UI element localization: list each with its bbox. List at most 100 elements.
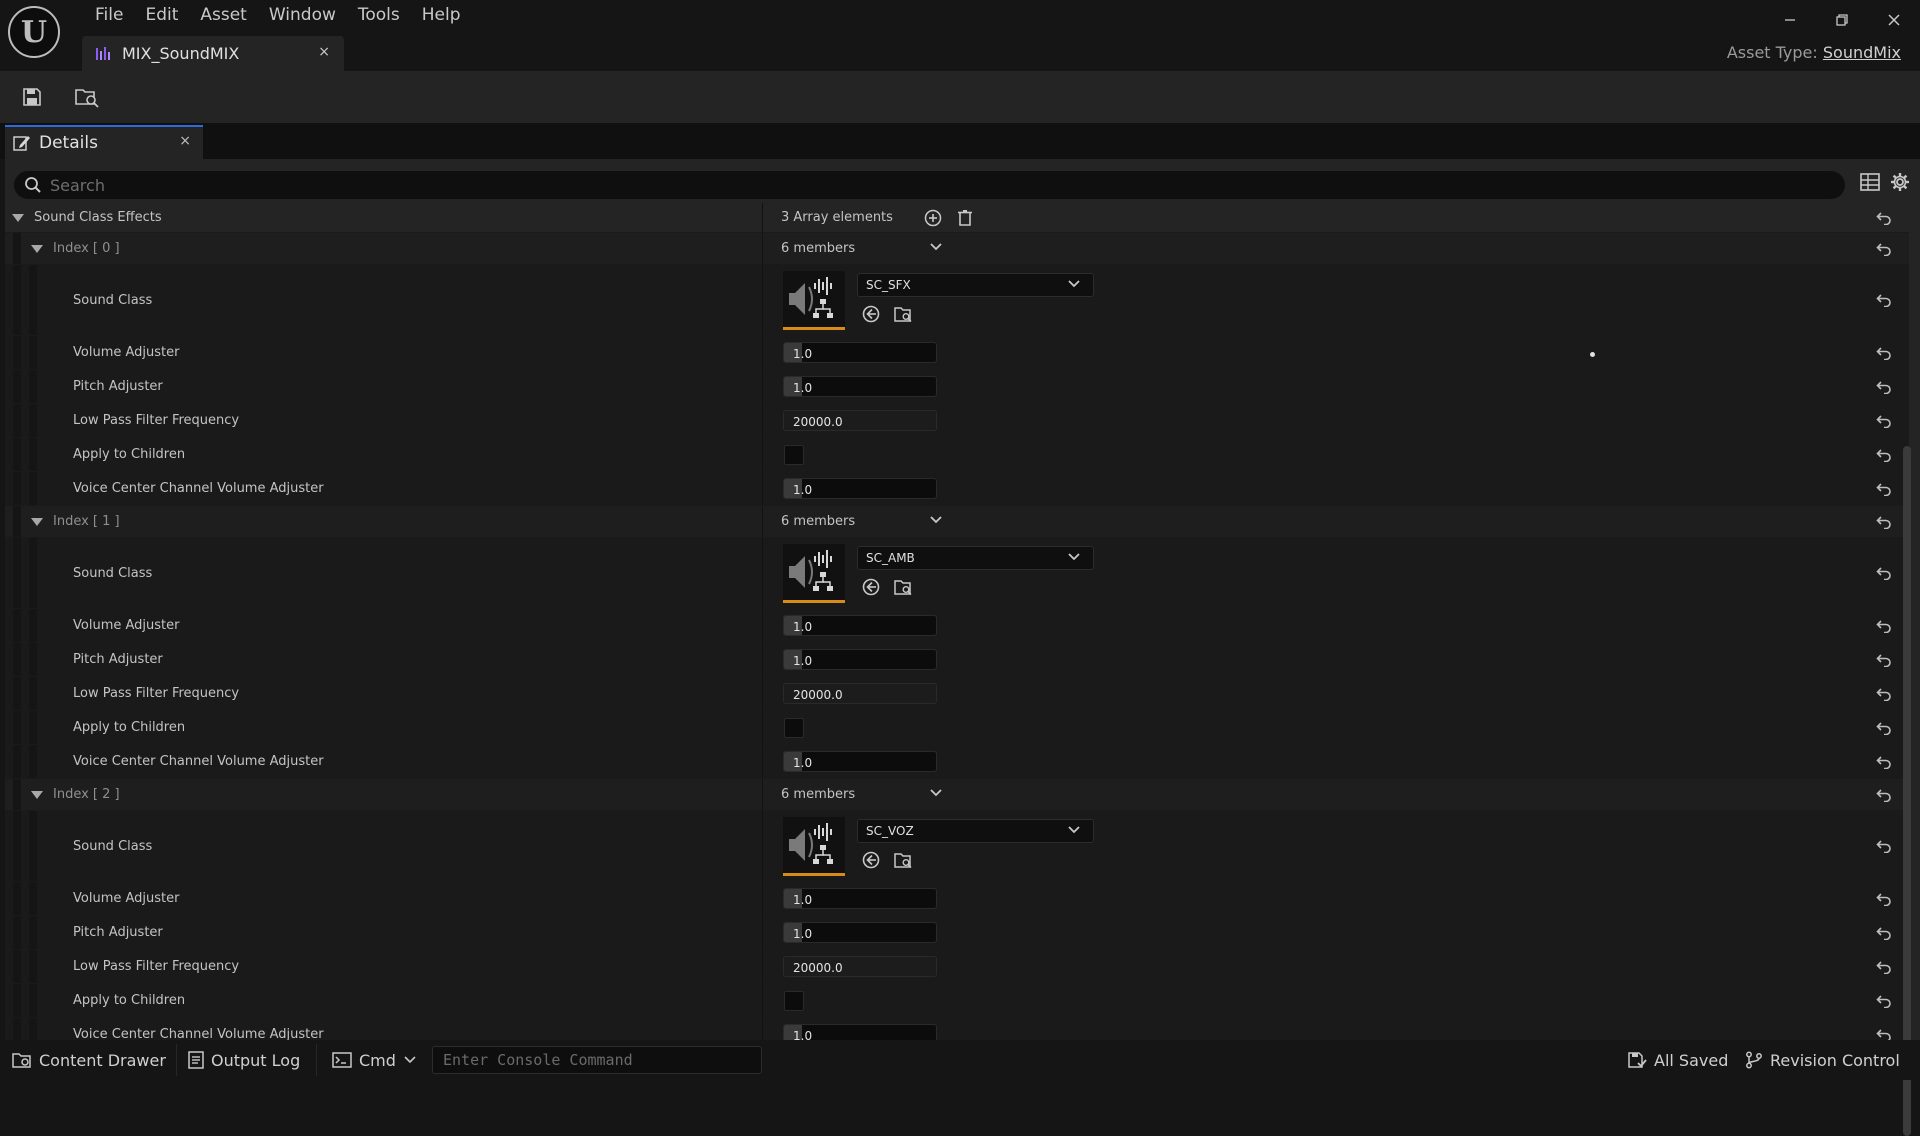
view-options-icon[interactable]: [1860, 173, 1880, 191]
close-tab-icon[interactable]: ×: [318, 44, 330, 60]
property-name-cell: Voice Center Channel Volume Adjuster: [5, 1018, 763, 1040]
reset-to-default-icon[interactable]: [1870, 370, 1898, 403]
volume-input[interactable]: 1.0: [783, 615, 937, 636]
reset-to-default-icon[interactable]: [1870, 233, 1898, 264]
all-saved-button[interactable]: All Saved: [1627, 1040, 1728, 1080]
property-name-cell: Volume Adjuster: [5, 609, 763, 642]
chevron-down-icon[interactable]: [929, 242, 943, 256]
apply-to-children-checkbox[interactable]: [784, 990, 804, 1011]
asset-document-tab[interactable]: MIX_SoundMIX ×: [82, 36, 344, 71]
pitch-input[interactable]: 1.0: [783, 649, 937, 670]
lpf-input[interactable]: 20000.0: [783, 410, 937, 431]
pitch-input[interactable]: 1.0: [783, 922, 937, 943]
sound-class-dropdown[interactable]: SC_AMB: [857, 546, 1094, 570]
property-name-cell: Volume Adjuster: [5, 882, 763, 915]
low-pass-filter-row: Low Pass Filter Frequency 20000.0: [5, 950, 1909, 984]
menu-tools[interactable]: Tools: [347, 4, 411, 28]
sound-class-dropdown[interactable]: SC_SFX: [857, 273, 1094, 297]
reset-to-default-icon[interactable]: [1870, 609, 1898, 642]
reset-to-default-icon[interactable]: [1870, 506, 1898, 537]
property-name-cell: Voice Center Channel Volume Adjuster: [5, 472, 763, 505]
reset-to-default-icon[interactable]: [1870, 882, 1898, 915]
reset-to-default-icon[interactable]: [1870, 472, 1898, 505]
cmd-selector[interactable]: Cmd: [332, 1040, 416, 1080]
add-element-icon[interactable]: [923, 208, 943, 228]
output-log-button[interactable]: Output Log: [188, 1040, 300, 1080]
apply-to-children-checkbox[interactable]: [784, 444, 804, 465]
voice-center-input[interactable]: 1.0: [783, 478, 937, 499]
lpf-input[interactable]: 20000.0: [783, 956, 937, 977]
content-drawer-button[interactable]: Content Drawer: [12, 1040, 166, 1080]
asset-type-link[interactable]: SoundMix: [1823, 43, 1901, 62]
property-name-cell: Apply to Children: [5, 711, 763, 744]
save-icon[interactable]: [16, 81, 48, 113]
menu-window[interactable]: Window: [258, 4, 347, 28]
expand-arrow-icon[interactable]: [31, 244, 43, 253]
reset-to-default-icon[interactable]: [1870, 438, 1898, 471]
trash-icon[interactable]: [957, 209, 973, 227]
reset-to-default-icon[interactable]: [1870, 745, 1898, 778]
menu-edit[interactable]: Edit: [134, 4, 189, 28]
revision-control-button[interactable]: Revision Control: [1745, 1040, 1900, 1080]
reset-to-default-icon[interactable]: [1870, 643, 1898, 676]
browse-asset-icon[interactable]: [892, 849, 914, 871]
details-scrollbar[interactable]: [1903, 446, 1911, 1136]
browse-to-asset-icon[interactable]: [71, 81, 103, 113]
reset-to-default-icon[interactable]: [1870, 677, 1898, 710]
reset-to-default-icon[interactable]: [1870, 811, 1898, 881]
close-window-icon[interactable]: [1868, 0, 1920, 40]
reset-to-default-icon[interactable]: [1870, 538, 1898, 608]
reset-to-default-icon[interactable]: [1870, 1018, 1898, 1040]
minimize-icon[interactable]: [1764, 0, 1816, 40]
details-tab[interactable]: Details ×: [5, 125, 203, 159]
search-input[interactable]: [50, 175, 1750, 195]
menu-help[interactable]: Help: [411, 4, 472, 28]
sound-class-dropdown[interactable]: SC_VOZ: [857, 819, 1094, 843]
members-count-text: 6 members: [781, 787, 856, 802]
sound-class-thumbnail[interactable]: [783, 271, 845, 330]
expand-arrow-icon[interactable]: [12, 213, 24, 222]
voice-center-value: 1.0: [793, 483, 813, 497]
menu-file[interactable]: File: [84, 4, 134, 28]
sound-class-thumbnail[interactable]: [783, 544, 845, 603]
use-selected-asset-icon[interactable]: [860, 576, 882, 598]
use-selected-asset-icon[interactable]: [860, 303, 882, 325]
reset-to-default-icon[interactable]: [1870, 984, 1898, 1017]
gear-icon[interactable]: [1890, 172, 1910, 192]
reset-to-default-icon[interactable]: [1870, 916, 1898, 949]
reset-to-default-icon[interactable]: [1870, 265, 1898, 335]
reset-to-default-icon[interactable]: [1870, 203, 1898, 232]
use-selected-asset-icon[interactable]: [860, 849, 882, 871]
lpf-input[interactable]: 20000.0: [783, 683, 937, 704]
pitch-adjuster-row: Pitch Adjuster 1.0: [5, 916, 1909, 950]
browse-asset-icon[interactable]: [892, 576, 914, 598]
property-name-cell: Sound Class: [5, 265, 763, 335]
property-value-cell: 1.0: [764, 882, 1864, 915]
chevron-down-icon[interactable]: [929, 515, 943, 529]
restore-icon[interactable]: [1816, 0, 1868, 40]
reset-to-default-icon[interactable]: [1870, 711, 1898, 744]
volume-input[interactable]: 1.0: [783, 342, 937, 363]
expand-arrow-icon[interactable]: [31, 517, 43, 526]
browse-asset-icon[interactable]: [892, 303, 914, 325]
voice-center-label: Voice Center Channel Volume Adjuster: [73, 1027, 324, 1040]
voice-center-input[interactable]: 1.0: [783, 1024, 937, 1040]
expand-arrow-icon[interactable]: [31, 790, 43, 799]
unreal-logo-icon[interactable]: U: [8, 6, 60, 58]
reset-to-default-icon[interactable]: [1870, 779, 1898, 810]
apply-to-children-checkbox[interactable]: [784, 717, 804, 738]
category-header: Sound Class Effects 3 Array elements: [5, 203, 1909, 233]
close-details-tab-icon[interactable]: ×: [179, 133, 191, 149]
chevron-down-icon[interactable]: [929, 788, 943, 802]
menu-asset[interactable]: Asset: [189, 4, 257, 28]
pitch-input[interactable]: 1.0: [783, 376, 937, 397]
console-command-input[interactable]: [432, 1046, 762, 1074]
property-value-cell: [764, 984, 1864, 1017]
property-name-cell: Low Pass Filter Frequency: [5, 950, 763, 983]
reset-to-default-icon[interactable]: [1870, 336, 1898, 369]
voice-center-input[interactable]: 1.0: [783, 751, 937, 772]
reset-to-default-icon[interactable]: [1870, 404, 1898, 437]
sound-class-thumbnail[interactable]: [783, 817, 845, 876]
reset-to-default-icon[interactable]: [1870, 950, 1898, 983]
volume-input[interactable]: 1.0: [783, 888, 937, 909]
